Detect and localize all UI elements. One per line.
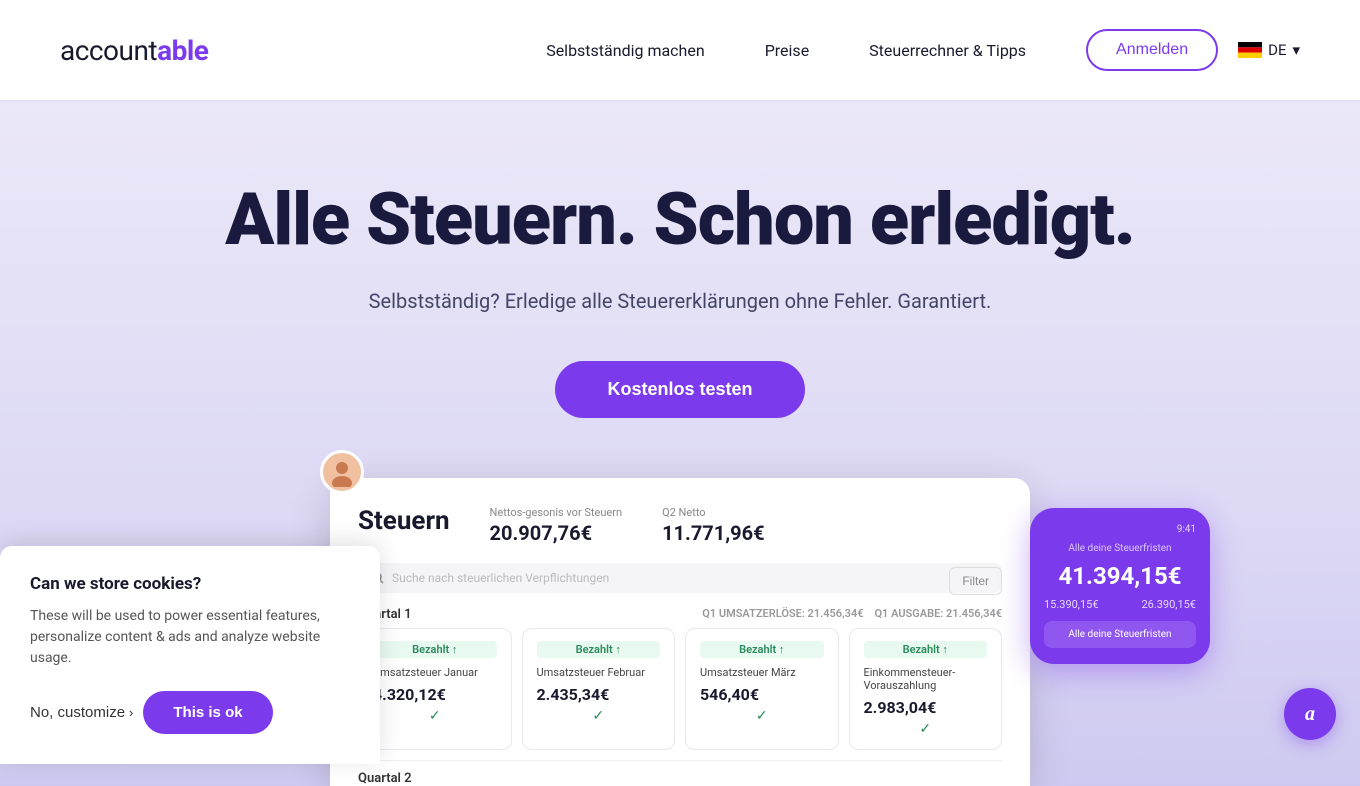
- mobile-overlay: 9:41 Alle deine Steuerfristen 41.394,15€…: [1030, 508, 1210, 664]
- stat-netto: Nettos-gesonis vor Steuern 20.907,76€: [490, 506, 623, 545]
- logo[interactable]: accountable: [60, 34, 208, 67]
- quartal1-meta1: Q1 UMSATZERLÖSE: 21.456,34€: [702, 607, 863, 620]
- anmelden-button[interactable]: Anmelden: [1086, 29, 1218, 71]
- mobile-row: 15.390,15€ 26.390,15€: [1044, 598, 1196, 611]
- tax-cards: Bezahlt ↑ Umsatzsteuer Januar 4.320,12€ …: [358, 628, 1002, 750]
- tax-card-paid-1: Bezahlt ↑: [537, 641, 661, 658]
- chat-bubble[interactable]: a: [1284, 688, 1336, 740]
- cookie-title: Can we store cookies?: [30, 574, 350, 594]
- logo-text: accountable: [60, 34, 208, 67]
- cookie-no-button[interactable]: No, customize ›: [30, 704, 133, 721]
- tax-card-name-0: Umsatzsteuer Januar: [373, 666, 497, 679]
- tax-card-amount-2: 546,40€: [700, 685, 824, 704]
- tax-card-3: Bezahlt ↑ Einkommensteuer-Vorauszahlung …: [849, 628, 1003, 750]
- cookie-no-label: No, customize: [30, 704, 125, 721]
- tax-card-check-2: ✓: [700, 708, 824, 724]
- cta-button[interactable]: Kostenlos testen: [555, 361, 804, 418]
- chat-icon: a: [1305, 703, 1315, 726]
- tax-card-paid-3: Bezahlt ↑: [864, 641, 988, 658]
- stat-q2: Q2 Netto 11.771,96€: [662, 506, 765, 545]
- app-search-bar[interactable]: Suche nach steuerlichen Verpflichtungen: [358, 563, 1002, 593]
- tax-card-paid-0: Bezahlt ↑: [373, 641, 497, 658]
- mobile-val-right: 26.390,15€: [1141, 598, 1196, 611]
- quartal1-header: Quartal 1 Q1 UMSATZERLÖSE: 21.456,34€ Q1…: [358, 607, 1002, 622]
- nav-link-selbststaendig[interactable]: Selbstständig machen: [546, 41, 705, 60]
- user-avatar: [320, 450, 364, 494]
- quartal2-header: Quartal 2: [358, 760, 1002, 786]
- tax-card-amount-0: 4.320,12€: [373, 685, 497, 704]
- logo-accent: able: [157, 34, 208, 67]
- search-placeholder-text: Suche nach steuerlichen Verpflichtungen: [392, 571, 609, 585]
- tax-card-2: Bezahlt ↑ Umsatzsteuer März 546,40€ ✓: [685, 628, 839, 750]
- nav-links: Selbstständig machen Preise Steuerrechne…: [546, 41, 1026, 60]
- quartal1-meta: Q1 UMSATZERLÖSE: 21.456,34€ Q1 AUSGABE: …: [702, 607, 1002, 622]
- tax-card-1: Bezahlt ↑ Umsatzsteuer Februar 2.435,34€…: [522, 628, 676, 750]
- mobile-footer: Alle deine Steuerfristen: [1044, 621, 1196, 648]
- tax-card-amount-3: 2.983,04€: [864, 698, 988, 717]
- lang-caret-icon: ▾: [1292, 41, 1300, 59]
- cookie-text: These will be used to power essential fe…: [30, 606, 350, 669]
- mobile-amount: 41.394,15€: [1044, 562, 1196, 590]
- quartal1-meta2: Q1 AUSGABE: 21.456,34€: [874, 607, 1002, 620]
- chevron-right-icon: ›: [129, 705, 133, 720]
- hero-subtitle: Selbstständig? Erledige alle Steuererklä…: [369, 289, 992, 313]
- tax-card-check-3: ✓: [864, 721, 988, 737]
- hero-title: Alle Steuern. Schon erledigt.: [225, 180, 1134, 259]
- nav-link-preise[interactable]: Preise: [765, 41, 809, 60]
- mobile-footer-label: Alle deine Steuerfristen: [1068, 629, 1171, 640]
- nav-item-preise[interactable]: Preise: [765, 41, 809, 60]
- lang-code: DE: [1268, 41, 1286, 59]
- filter-button[interactable]: Filter: [949, 567, 1002, 595]
- cookie-buttons: No, customize › This is ok: [30, 691, 350, 734]
- mobile-steuern-label: Alle deine Steuerfristen: [1044, 543, 1196, 554]
- nav-item-steuerrechner[interactable]: Steuerrechner & Tipps: [869, 41, 1026, 60]
- tax-card-0: Bezahlt ↑ Umsatzsteuer Januar 4.320,12€ …: [358, 628, 512, 750]
- search-row: Suche nach steuerlichen Verpflichtungen …: [358, 563, 1002, 593]
- tax-card-amount-1: 2.435,34€: [537, 685, 661, 704]
- app-window-title: Steuern: [358, 506, 450, 536]
- mobile-val-left: 15.390,15€: [1044, 598, 1099, 611]
- tax-card-name-2: Umsatzsteuer März: [700, 666, 824, 679]
- stat1-value: 20.907,76€: [490, 521, 623, 545]
- stat2-value: 11.771,96€: [662, 521, 765, 545]
- tax-card-name-1: Umsatzsteuer Februar: [537, 666, 661, 679]
- app-preview: Steuern Nettos-gesonis vor Steuern 20.90…: [330, 478, 1030, 786]
- mobile-time: 9:41: [1044, 524, 1196, 535]
- navbar: accountable Selbstständig machen Preise …: [0, 0, 1360, 100]
- language-selector[interactable]: DE ▾: [1238, 41, 1300, 59]
- nav-item-selbststaendig[interactable]: Selbstständig machen: [546, 41, 705, 60]
- cookie-banner: Can we store cookies? These will be used…: [0, 546, 380, 764]
- tax-card-check-0: ✓: [373, 708, 497, 724]
- cookie-ok-button[interactable]: This is ok: [143, 691, 272, 734]
- tax-card-check-1: ✓: [537, 708, 661, 724]
- flag-icon: [1238, 42, 1262, 58]
- nav-link-steuerrechner[interactable]: Steuerrechner & Tipps: [869, 41, 1026, 60]
- quartal2-label: Quartal 2: [358, 771, 412, 786]
- app-header: Steuern Nettos-gesonis vor Steuern 20.90…: [358, 506, 1002, 545]
- app-window: Steuern Nettos-gesonis vor Steuern 20.90…: [330, 478, 1030, 786]
- app-stats: Nettos-gesonis vor Steuern 20.907,76€ Q2…: [490, 506, 765, 545]
- tax-card-paid-2: Bezahlt ↑: [700, 641, 824, 658]
- tax-card-name-3: Einkommensteuer-Vorauszahlung: [864, 666, 988, 692]
- stat2-label: Q2 Netto: [662, 506, 765, 519]
- logo-prefix: account: [60, 34, 157, 67]
- stat1-label: Nettos-gesonis vor Steuern: [490, 506, 623, 519]
